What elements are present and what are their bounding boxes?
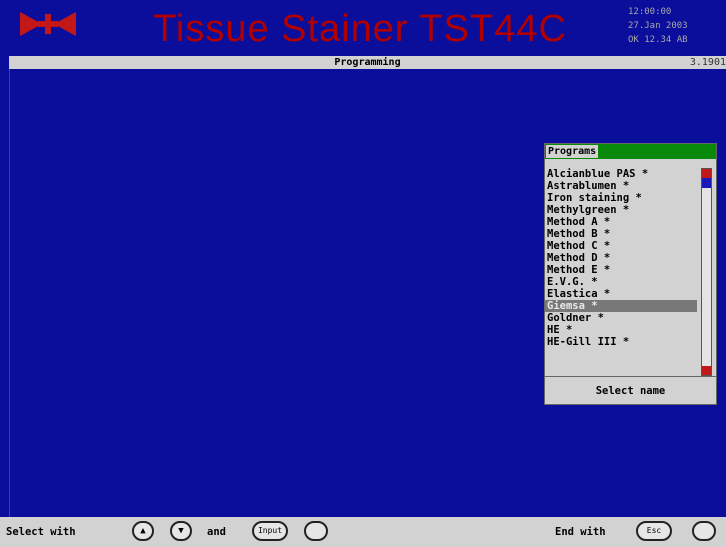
list-item[interactable]: Astrablumen * (545, 180, 697, 192)
double-arrow-logo-icon (20, 12, 76, 36)
panel-divider (545, 376, 716, 377)
screen-title: Programming (334, 57, 401, 68)
list-item[interactable]: HE * (545, 324, 697, 336)
programs-list[interactable]: Alcianblue PAS * Astrablumen * Iron stai… (545, 168, 698, 372)
list-item[interactable]: Elastica * (545, 288, 697, 300)
footer-end-label: End with (555, 526, 606, 538)
list-item[interactable]: Methylgreen * (545, 204, 697, 216)
list-item[interactable]: HE-Gill III * (545, 336, 697, 348)
up-key-button[interactable]: ▲ (132, 521, 154, 541)
esc-key-button[interactable]: Esc (636, 521, 672, 541)
input-key-blank-button[interactable] (304, 521, 328, 541)
list-item[interactable]: Iron staining * (545, 192, 697, 204)
subheader-bar: Programming 3.1901 (9, 56, 726, 69)
list-item[interactable]: E.V.G. * (545, 276, 697, 288)
version-number: 3.1901 (689, 57, 726, 68)
status-readout: 12:00:00 27.Jan 2003 OK 12.34 AB (628, 6, 724, 48)
scroll-bottom-marker (702, 366, 711, 375)
list-item[interactable]: Method D * (545, 252, 697, 264)
input-key-button[interactable]: Input (252, 521, 288, 541)
footer-and-label: and (207, 526, 226, 538)
status-line: OK 12.34 AB (628, 35, 688, 45)
panel-title: Programs (546, 145, 599, 158)
list-item[interactable]: Alcianblue PAS * (545, 168, 697, 180)
status-line: 27.Jan 2003 (628, 21, 688, 31)
footer-select-label: Select with (6, 526, 76, 538)
triangle-up-icon: ▲ (140, 526, 146, 536)
list-item[interactable]: Goldner * (545, 312, 697, 324)
header-bar: Tissue Stainer TST44C 12:00:00 27.Jan 20… (0, 0, 726, 56)
app-title: Tissue Stainer TST44C (153, 8, 567, 50)
footer-bar: Select with ▲ ▼ and Input End with Esc (0, 517, 726, 547)
esc-key-blank-button[interactable] (692, 521, 716, 541)
list-item[interactable]: Method A * (545, 216, 697, 228)
list-item[interactable]: Method B * (545, 228, 697, 240)
status-line: 12:00:00 (628, 7, 672, 17)
panel-hint: Select name (595, 385, 666, 397)
scroll-position-thumb[interactable] (702, 178, 711, 188)
panel-header: Programs (545, 144, 716, 159)
left-border-line (9, 69, 10, 517)
scroll-top-marker (702, 169, 711, 178)
down-key-button[interactable]: ▼ (170, 521, 192, 541)
list-item-selected[interactable]: Giemsa * (545, 300, 697, 312)
programs-panel: Programs Alcianblue PAS * Astrablumen * … (544, 143, 717, 405)
list-scrollbar[interactable] (701, 168, 712, 376)
list-item[interactable]: Method C * (545, 240, 697, 252)
list-item[interactable]: Method E * (545, 264, 697, 276)
triangle-down-icon: ▼ (178, 526, 184, 536)
